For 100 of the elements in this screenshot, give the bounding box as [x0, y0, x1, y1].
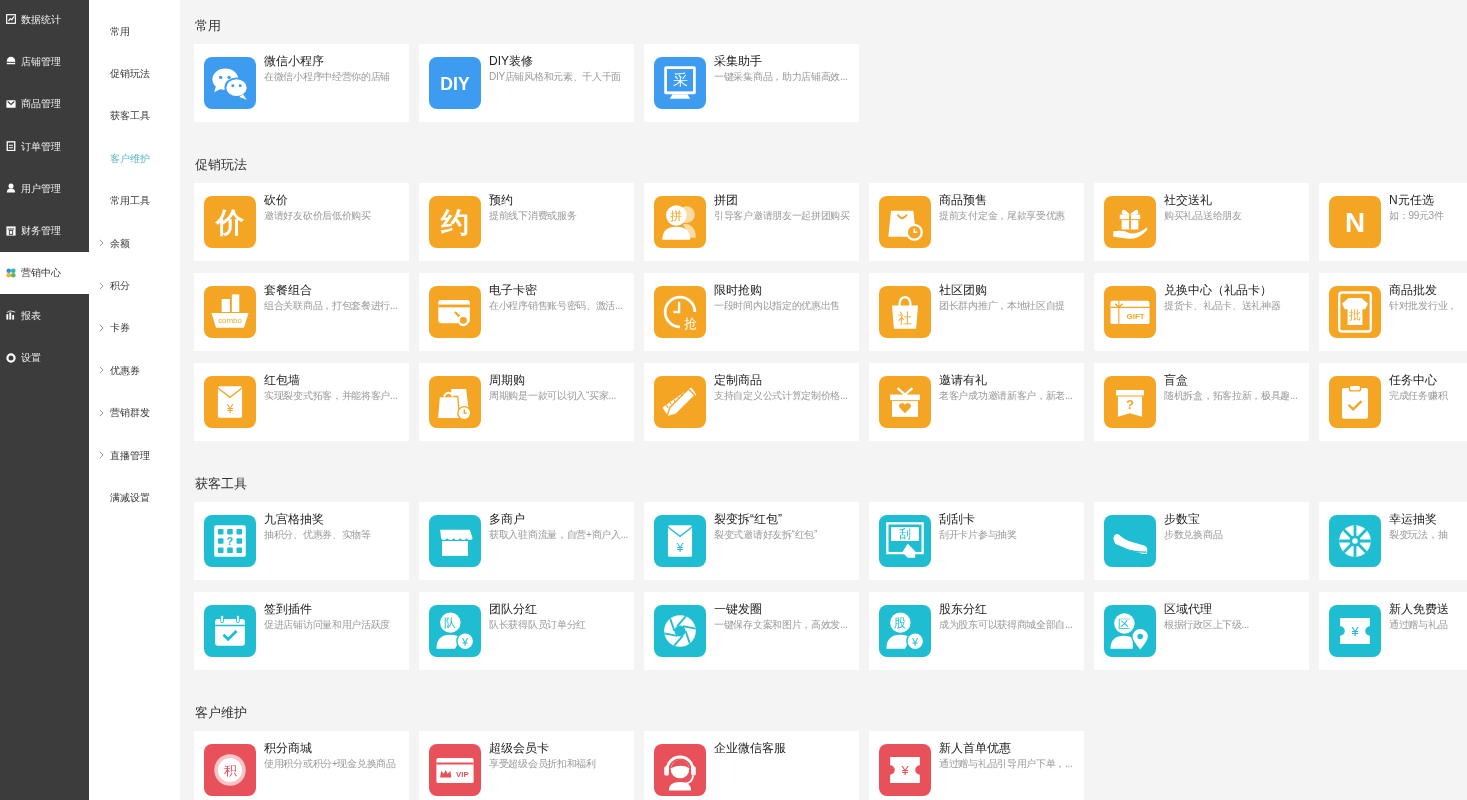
chevron-icon	[99, 239, 104, 248]
feature-title: 商品批发	[1389, 283, 1437, 298]
feature-card[interactable]: 商品预售 提前支付定金，尾款享受优惠	[869, 183, 1084, 261]
feature-card[interactable]: 股 ¥ 股东分红 成为股东可以获得商城全部自...	[869, 592, 1084, 670]
chevron-icon	[99, 366, 104, 375]
sidebar-item[interactable]: 报表	[0, 294, 89, 337]
feature-title: 红包墙	[264, 373, 300, 388]
feature-card[interactable]: 步数宝 步数兑换商品	[1094, 502, 1309, 580]
feature-card[interactable]: 幸运抽奖 裂变玩法，抽	[1319, 502, 1467, 580]
sidebar-item[interactable]: 财务管理	[0, 209, 89, 252]
feature-card[interactable]: N N元任选 如：99元3件	[1319, 183, 1467, 261]
feature-description: 获取入驻商流量，自营+商户入...	[489, 528, 629, 541]
feature-card[interactable]: 价 砍价 邀请好友砍价后低价购买	[194, 183, 409, 261]
feature-title: 周期购	[489, 373, 525, 388]
feature-description: 成为股东可以获得商城全部自...	[939, 618, 1073, 631]
submenu-item[interactable]: 常用	[89, 10, 180, 53]
feature-description: 实现裂变式拓客，并能将客户...	[264, 389, 398, 402]
sidebar-item[interactable]: 设置	[0, 336, 89, 379]
sidebar-item[interactable]: 用户管理	[0, 167, 89, 210]
feature-description: 通过赠与礼品引导用户下单，...	[939, 757, 1073, 770]
submenu-item[interactable]: 积分	[89, 264, 180, 307]
feature-title: 电子卡密	[489, 283, 537, 298]
person-coin-icon: 股 ¥	[879, 605, 931, 657]
user-icon	[6, 183, 16, 194]
feature-card[interactable]: 电子卡密 在小程序销售账号密码、激活...	[419, 273, 634, 351]
four-dots-icon	[6, 267, 16, 278]
submenu-item[interactable]: 直播管理	[89, 433, 180, 477]
feature-card[interactable]: ¥ 裂变拆“红包” 裂变式邀请好友拆“红包”	[644, 502, 859, 580]
feature-card[interactable]: 刮 刮刮卡 刮开卡片参与抽奖	[869, 502, 1084, 580]
feature-title: 预约	[489, 193, 513, 208]
sidebar-item[interactable]: 商品管理	[0, 82, 89, 125]
sidebar-item[interactable]: 营销中心	[0, 251, 89, 295]
feature-card[interactable]: 邀请有礼 老客户成功邀请新客户，新老...	[869, 363, 1084, 441]
feature-card[interactable]: 社交送礼 购买礼品送给朋友	[1094, 183, 1309, 261]
feature-card[interactable]: 区 区域代理 根据行政区上下级...	[1094, 592, 1309, 670]
feature-card[interactable]: 一键发圈 一键保存文案和图片，高效发...	[644, 592, 859, 670]
feature-card[interactable]: 采 采集助手 一键采集商品，助力店铺高效...	[644, 44, 859, 122]
feature-card[interactable]: 微信小程序 在微信小程序中经营你的店铺	[194, 44, 409, 122]
submenu-item[interactable]: 卡券	[89, 306, 180, 350]
feature-title: 团队分红	[489, 602, 537, 617]
feature-card[interactable]: ¥ 新人首单优惠 通过赠与礼品引导用户下单，...	[869, 731, 1084, 800]
feature-card[interactable]: 批 商品批发 针对批发行业，	[1319, 273, 1467, 351]
person-coin-icon: 队 ¥	[429, 605, 481, 657]
feature-card[interactable]: 任务中心 完成任务赚积	[1319, 363, 1467, 441]
section-title: 促销玩法	[195, 157, 248, 173]
feature-description: 提前线下消费或服务	[489, 209, 577, 222]
feature-title: 商品预售	[939, 193, 987, 208]
chevron-icon	[99, 281, 104, 290]
submenu-item[interactable]: 满减设置	[89, 476, 180, 519]
scratch-card-icon: 刮	[879, 515, 931, 567]
feature-description: 享受超级会员折扣和福利	[489, 757, 596, 770]
feature-title: 拼团	[714, 193, 738, 208]
feature-description: 一键保存文案和图片，高效发...	[714, 618, 848, 631]
ticket-icon: ¥	[879, 744, 931, 796]
feature-description: 促进店铺访问量和用户活跃度	[264, 618, 391, 631]
feature-card[interactable]: ¥ 红包墙 实现裂变式拓客，并能将客户...	[194, 363, 409, 441]
feature-card[interactable]: 定制商品 支持自定义公式计算定制价格...	[644, 363, 859, 441]
sidebar-item[interactable]: 店铺管理	[0, 40, 89, 83]
submenu-item[interactable]: 促销玩法	[89, 52, 180, 95]
sidebar-item[interactable]: 订单管理	[0, 124, 89, 168]
submenu-item[interactable]: 优惠券	[89, 349, 180, 392]
feature-description: 老客户成功邀请新客户，新老...	[939, 389, 1073, 402]
feature-card[interactable]: 企业微信客服	[644, 731, 859, 800]
feature-description: 邀请好友砍价后低价购买	[264, 209, 371, 222]
feature-title: 套餐组合	[264, 283, 312, 298]
feature-card[interactable]: DIY DIY装修 DIY店铺风格和元素、千人千面	[419, 44, 634, 122]
feature-title: 新人首单优惠	[939, 741, 1011, 756]
sidebar-item[interactable]: 数据统计	[0, 0, 89, 41]
submenu-item[interactable]: 余额	[89, 221, 180, 265]
feature-card[interactable]: 多商户 获取入驻商流量，自营+商户入...	[419, 502, 634, 580]
submenu-item[interactable]: 营销群发	[89, 391, 180, 434]
feature-title: 砍价	[264, 193, 288, 208]
lettering-icon: 价	[204, 196, 256, 248]
ticket-icon: ¥	[1329, 605, 1381, 657]
feature-description: 根据行政区上下级...	[1164, 618, 1250, 631]
feature-title: 刮刮卡	[939, 512, 975, 527]
feature-card[interactable]: ? 盲盒 随机拆盒，拓客拉新，极具趣...	[1094, 363, 1309, 441]
feature-description: 抽积分、优惠券、实物等	[264, 528, 371, 541]
feature-card[interactable]: 约 预约 提前线下消费或服务	[419, 183, 634, 261]
feature-description: 提前支付定金，尾款享受优惠	[939, 209, 1066, 222]
feature-card[interactable]: 积 积分商城 使用积分或积分+现金兑换商品	[194, 731, 409, 800]
feature-card[interactable]: ? 九宫格抽奖 抽积分、优惠券、实物等	[194, 502, 409, 580]
feature-title: 任务中心	[1389, 373, 1437, 388]
person-pin-icon: 区	[1104, 605, 1156, 657]
submenu-item[interactable]: 常用工具	[89, 179, 180, 222]
grid-icon: ?	[204, 515, 256, 567]
feature-title: 幸运抽奖	[1389, 512, 1437, 527]
envelope-icon	[6, 98, 16, 109]
chevron-icon	[99, 323, 104, 332]
feature-title: 企业微信客服	[714, 741, 786, 756]
feature-description: 一键采集商品，助力店铺高效...	[714, 70, 848, 83]
framed-character-icon: 采	[654, 57, 706, 109]
submenu-item[interactable]: 获客工具	[89, 94, 180, 138]
feature-card[interactable]: 社 社区团购 团长群内推广，本地社区自提	[869, 273, 1084, 351]
feature-description: 支持自定义公式计算定制价格...	[714, 389, 848, 402]
feature-description: 提货卡、礼品卡、送礼神器	[1164, 299, 1281, 312]
feature-card[interactable]: 签到插件 促进店铺访问量和用户活跃度	[194, 592, 409, 670]
feature-description: 完成任务赚积	[1389, 389, 1448, 402]
feature-card[interactable]: ¥ 新人免费送 通过赠与礼品	[1319, 592, 1467, 670]
feature-card[interactable]: 队 ¥ 团队分红 队长获得队员订单分红	[419, 592, 634, 670]
